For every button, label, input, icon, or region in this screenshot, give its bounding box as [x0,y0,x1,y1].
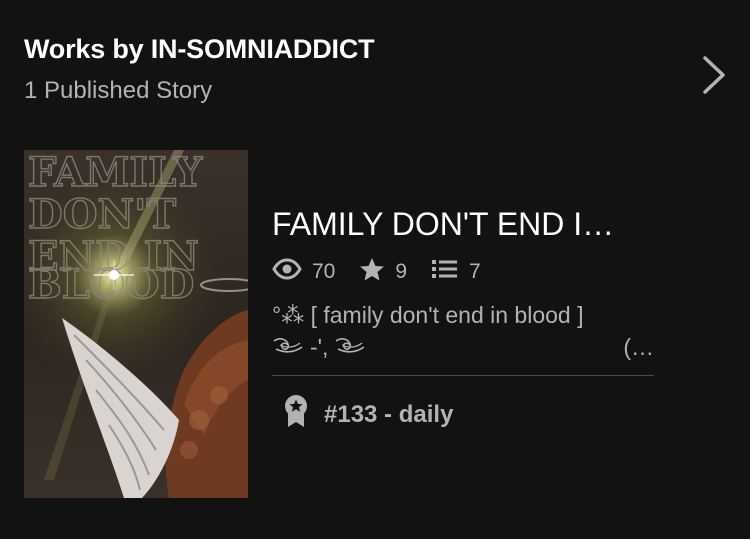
rank-badge[interactable]: #133 - daily [272,394,654,435]
cover-title-line: DON'T [28,191,176,238]
story-cover[interactable]: FAMILY DON'T END IN BLOOD [24,150,248,498]
reads-stat: 70 [272,258,335,286]
chevron-right-icon[interactable] [698,54,728,96]
votes-stat: 9 [359,257,407,287]
divider [272,375,654,376]
parts-count: 7 [469,260,481,283]
rank-label: #133 - daily [324,400,454,428]
eye-icon [272,258,312,286]
cover-title-line: BLOOD [28,261,194,308]
award-ribbon-icon [282,394,324,435]
swirl-icon [272,331,304,363]
description-more[interactable]: (… [623,331,654,363]
cover-title-line: FAMILY [28,150,203,196]
description-line: °⁂ [ family don't end in blood ] [272,302,584,328]
works-header: Works by IN-SOMNIADDICT 1 Published Stor… [24,34,664,105]
list-icon [431,258,469,286]
description-dash: -', [310,334,329,360]
star-icon [359,257,395,287]
published-count: 1 Published Story [24,77,213,104]
parts-stat: 7 [431,258,481,286]
story-stats: 70 9 7 [272,257,654,287]
votes-count: 9 [395,260,408,283]
story-description: °⁂ [ family don't end in blood ] -', (… [272,299,654,363]
swirl-icon [334,331,366,363]
story-title[interactable]: FAMILY DON'T END I… [272,206,654,243]
story-details: FAMILY DON'T END I… 70 9 7 °⁂ [family d… [272,206,654,435]
works-title: Works by IN-SOMNIADDICT [24,34,375,64]
reads-count: 70 [312,260,336,283]
